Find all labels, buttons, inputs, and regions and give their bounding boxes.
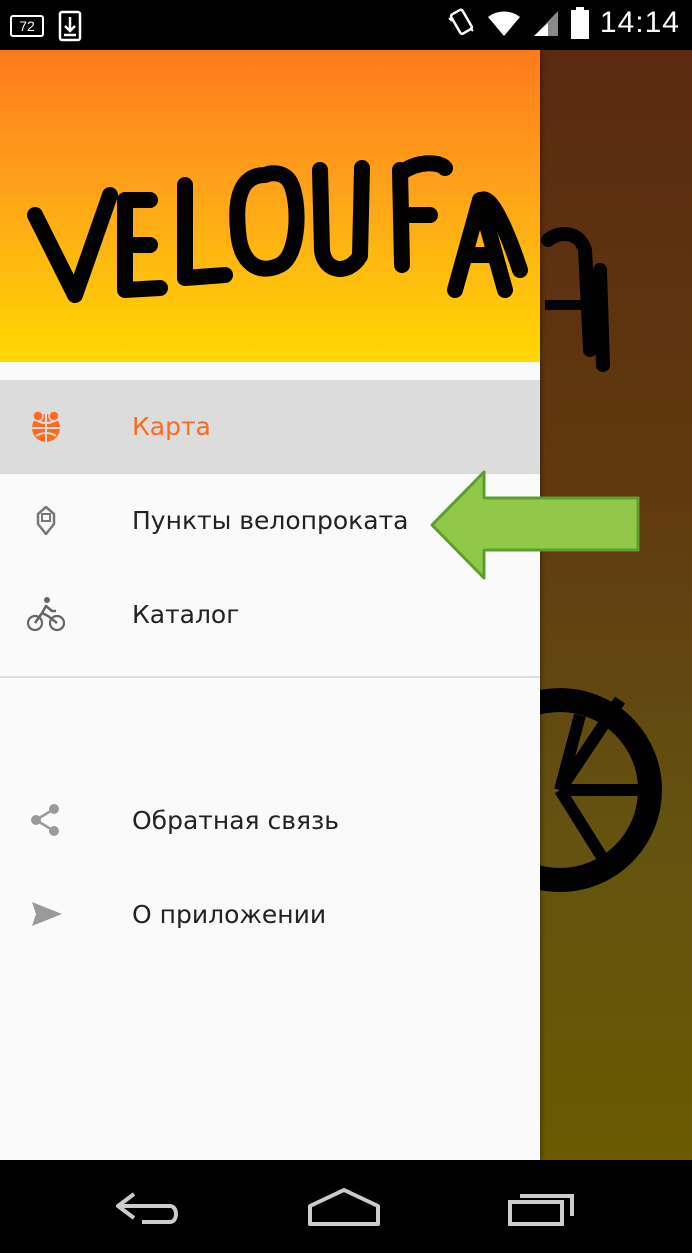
menu-item-label: О приложении xyxy=(132,900,327,929)
clock: 14:14 xyxy=(599,6,680,39)
recents-button[interactable] xyxy=(506,1188,576,1228)
drawer-header xyxy=(0,50,540,362)
notification-badge: 72 xyxy=(10,15,44,37)
rental-point-icon xyxy=(36,505,56,536)
cyclist-icon xyxy=(26,597,66,632)
drawer-divider xyxy=(0,676,540,678)
vibrate-icon xyxy=(448,8,474,36)
veloufa-logo xyxy=(27,155,528,303)
menu-item-feedback[interactable]: Обратная связь xyxy=(0,774,540,868)
wifi-icon xyxy=(487,11,520,37)
navigation-bar xyxy=(0,1160,692,1253)
back-button[interactable] xyxy=(112,1188,182,1228)
menu-item-about[interactable]: О приложении xyxy=(0,868,540,962)
navigation-drawer: Карта Пункты велопроката Каталог Обратна… xyxy=(0,50,540,1160)
share-icon xyxy=(31,804,59,836)
menu-item-map[interactable]: Карта xyxy=(0,380,540,474)
status-bar: 72 14:14 xyxy=(0,0,692,50)
menu-item-label: Каталог xyxy=(132,600,240,629)
download-icon xyxy=(58,10,82,42)
send-icon xyxy=(32,902,62,926)
home-button[interactable] xyxy=(306,1188,382,1228)
pointer-arrow xyxy=(430,470,640,580)
menu-item-catalog[interactable]: Каталог xyxy=(0,568,540,662)
menu-item-label: Обратная связь xyxy=(132,806,340,835)
battery-icon xyxy=(570,7,589,39)
menu-item-label: Пункты велопроката xyxy=(132,506,409,535)
signal-icon xyxy=(533,11,558,36)
globe-pin-icon xyxy=(32,410,60,442)
menu-item-label: Карта xyxy=(132,412,211,441)
